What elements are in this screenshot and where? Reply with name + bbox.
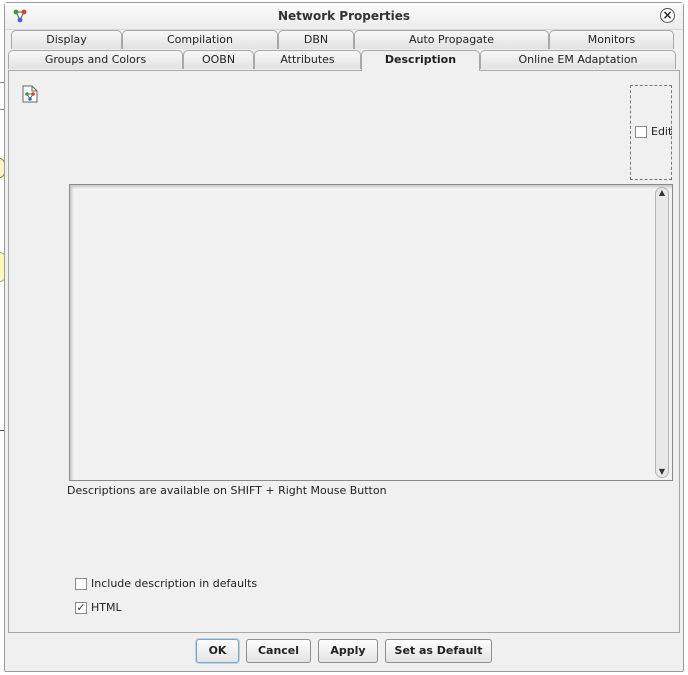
- ok-button[interactable]: OK: [196, 639, 239, 663]
- html-checkbox[interactable]: ✓: [75, 602, 87, 614]
- set-as-default-button[interactable]: Set as Default: [385, 639, 492, 663]
- tab-groups-and-colors[interactable]: Groups and Colors: [8, 50, 183, 69]
- include-description-checkbox[interactable]: [75, 578, 87, 590]
- cancel-button[interactable]: Cancel: [246, 639, 311, 663]
- document-network-icon[interactable]: [22, 85, 38, 103]
- tab-auto-propagate[interactable]: Auto Propagate: [354, 30, 549, 49]
- tab-compilation[interactable]: Compilation: [122, 30, 278, 49]
- network-properties-dialog: Network Properties × Display Compilation…: [4, 2, 684, 672]
- close-icon[interactable]: ×: [660, 8, 675, 23]
- title-bar[interactable]: Network Properties ×: [5, 3, 683, 30]
- tab-display[interactable]: Display: [11, 30, 122, 49]
- description-hint: Descriptions are available on SHIFT + Ri…: [67, 484, 387, 497]
- edit-checkbox[interactable]: [635, 126, 647, 138]
- description-textarea[interactable]: ▲ ▼: [69, 184, 673, 481]
- description-panel: Edit ▲ ▼ Descriptions are available on S…: [8, 70, 680, 633]
- tab-online-em-adaptation[interactable]: Online EM Adaptation: [480, 50, 676, 69]
- apply-button[interactable]: Apply: [318, 639, 378, 663]
- edit-toggle-area: Edit: [630, 85, 672, 180]
- tab-description[interactable]: Description: [361, 50, 480, 71]
- edit-label: Edit: [651, 125, 673, 138]
- tab-dbn[interactable]: DBN: [278, 30, 354, 49]
- tab-monitors[interactable]: Monitors: [549, 30, 674, 49]
- tab-attributes[interactable]: Attributes: [254, 50, 361, 69]
- html-label: HTML: [91, 601, 122, 614]
- include-description-label: Include description in defaults: [91, 577, 258, 590]
- dialog-title: Network Properties: [277, 9, 411, 23]
- scroll-down-icon[interactable]: ▼: [658, 468, 666, 476]
- tab-oobn[interactable]: OOBN: [183, 50, 254, 69]
- vertical-scrollbar[interactable]: ▲ ▼: [655, 187, 669, 478]
- scroll-up-icon[interactable]: ▲: [658, 189, 666, 197]
